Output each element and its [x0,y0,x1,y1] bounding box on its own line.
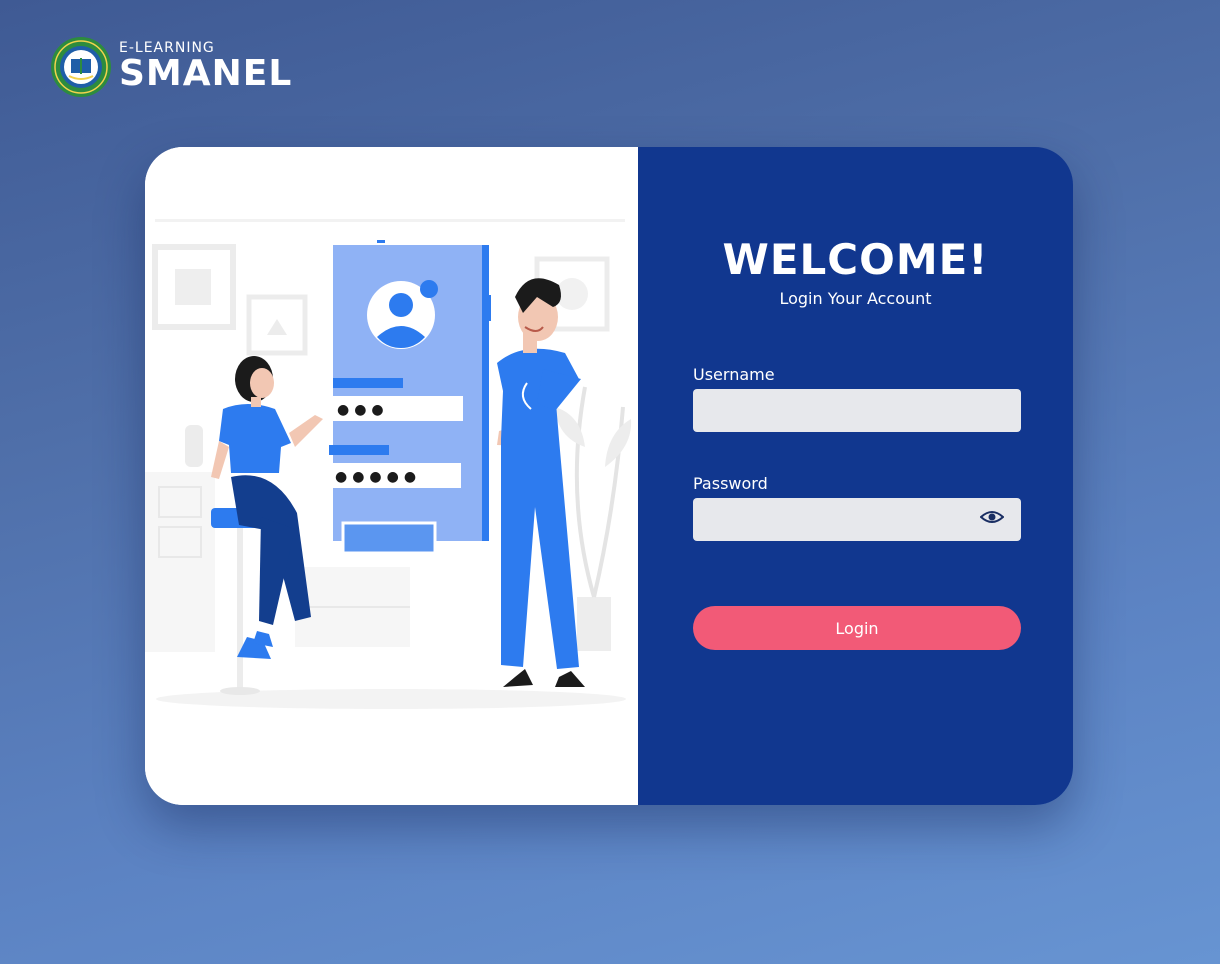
illustration-dots-1: ●●● [337,402,389,418]
illustration-panel: ●●● ●●●●● [145,147,638,805]
username-label: Username [693,365,775,384]
login-illustration: ●●● ●●●●● [145,147,638,805]
password-input[interactable] [693,498,1021,541]
password-label: Password [693,474,768,493]
login-button[interactable]: Login [693,606,1021,650]
login-subtitle: Login Your Account [779,289,932,308]
login-panel: WELCOME! Login Your Account Username Pas… [638,147,1073,805]
school-emblem-logo [51,37,111,97]
eye-icon[interactable] [980,509,1004,525]
login-card: ●●● ●●●●● WELCOME! Login Your Account Us… [145,147,1073,805]
username-input[interactable] [693,389,1021,432]
welcome-title: WELCOME! [722,235,989,284]
illustration-dots-2: ●●●●● [335,469,421,485]
brand-name: SMANEL [119,53,293,94]
brand: E-LEARNING SMANEL [50,36,292,98]
